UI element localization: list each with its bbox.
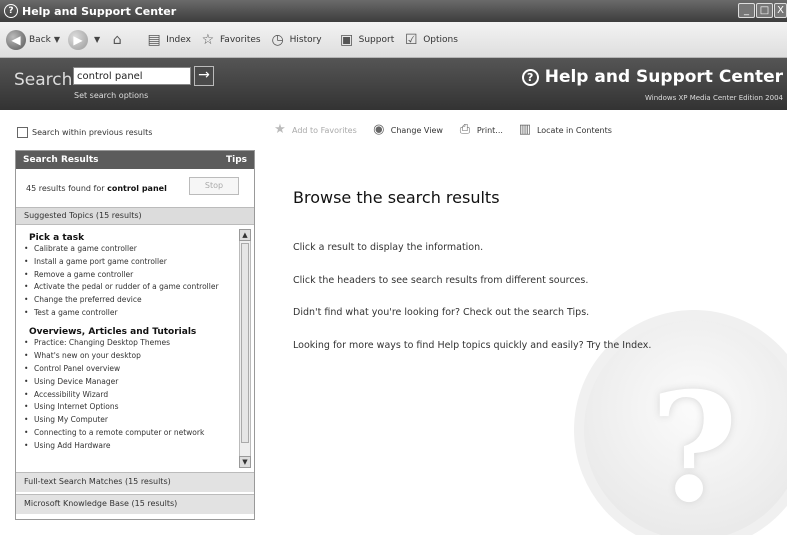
change-view-button[interactable]: ◉ Change View — [371, 122, 443, 138]
brand-title: ? Help and Support Center — [521, 67, 783, 87]
history-button[interactable]: ◷ History — [269, 31, 322, 49]
search-results-header: Search Results Tips — [16, 151, 254, 169]
options-button[interactable]: ☑ Options — [402, 31, 458, 49]
book-icon: ▤ — [147, 31, 161, 48]
options-label: Options — [423, 34, 458, 45]
print-label: Print... — [476, 125, 503, 135]
printer-icon: ⎙ — [459, 122, 471, 137]
info-text: Didn't find what you're looking for? Che… — [293, 307, 590, 318]
brand-edition: Windows XP Media Center Edition 2004 — [644, 94, 783, 102]
list-item[interactable]: Test a game controller — [24, 307, 229, 320]
list-scrollbar[interactable]: ▲ ▼ — [239, 229, 251, 468]
page-title: Browse the search results — [293, 188, 500, 207]
content-toolbar: ★ Add to Favorites ◉ Change View ⎙ Print… — [264, 110, 787, 150]
tips-link[interactable]: Tips — [226, 155, 247, 165]
watermark-glyph: ? — [650, 360, 738, 535]
back-button[interactable]: ◀ Back ▼ — [6, 29, 60, 50]
history-label: History — [289, 34, 322, 45]
forward-button[interactable]: ▶ ▼ — [68, 29, 100, 50]
info-text: Click a result to display the informatio… — [293, 242, 484, 253]
index-button[interactable]: ▤ Index — [145, 31, 191, 49]
back-label: Back — [29, 34, 51, 45]
search-bar: Search → Set search options ? Help and S… — [0, 58, 787, 110]
back-dropdown-icon[interactable]: ▼ — [54, 35, 60, 44]
home-icon: ⌂ — [112, 31, 122, 48]
history-icon: ◷ — [271, 31, 284, 48]
list-item[interactable]: Using Add Hardware — [24, 440, 229, 453]
content-pane: ? Browse the search results Click a resu… — [264, 150, 787, 535]
search-input[interactable] — [73, 67, 191, 85]
list-item[interactable]: Change the preferred device — [24, 294, 229, 307]
list-item[interactable]: Connecting to a remote computer or netwo… — [24, 427, 229, 440]
favorites-label: Favorites — [219, 34, 261, 45]
star-icon: ☆ — [201, 31, 215, 48]
list-item[interactable]: Remove a game controller — [24, 269, 229, 282]
search-results-panel: Search Results Tips 45 results found for… — [15, 150, 255, 520]
print-button[interactable]: ⎙ Print... — [457, 122, 503, 138]
results-count-query: control panel — [107, 184, 167, 193]
locate-in-contents-button[interactable]: ▥ Locate in Contents — [517, 122, 612, 138]
home-button[interactable]: ⌂ — [108, 31, 129, 49]
results-count-prefix: 45 results found for — [26, 184, 105, 193]
left-pane: Search within previous results Search Re… — [0, 110, 264, 535]
task-list: Calibrate a game controller Install a ga… — [24, 243, 254, 319]
suggested-topics-header[interactable]: Suggested Topics (15 results) — [16, 207, 254, 225]
search-go-button[interactable]: → — [194, 66, 214, 86]
change-view-icon: ◉ — [373, 122, 385, 137]
minimize-button[interactable]: _ — [738, 3, 755, 18]
checkbox-box[interactable] — [17, 127, 28, 138]
close-button[interactable]: X — [774, 3, 787, 18]
help-icon: ? — [521, 68, 539, 86]
checklist-icon: ☑ — [404, 31, 418, 48]
support-icon: ▣ — [340, 31, 354, 48]
locate-label: Locate in Contents — [536, 125, 612, 135]
info-text: Click the headers to see search results … — [293, 275, 589, 286]
maximize-button[interactable]: □ — [756, 3, 773, 18]
brand-title-text: Help and Support Center — [544, 67, 783, 87]
help-icon: ? — [4, 4, 18, 18]
stop-button[interactable]: Stop — [189, 177, 239, 195]
list-item[interactable]: Install a game port game controller — [24, 256, 229, 269]
set-search-options-link[interactable]: Set search options — [74, 91, 148, 100]
scroll-down-icon[interactable]: ▼ — [239, 456, 251, 468]
forward-arrow-icon: ▶ — [68, 29, 89, 50]
knowledge-base-header[interactable]: Microsoft Knowledge Base (15 results) — [16, 494, 254, 514]
support-button[interactable]: ▣ Support — [338, 31, 395, 49]
search-within-checkbox[interactable]: Search within previous results — [17, 127, 152, 138]
fulltext-matches-header[interactable]: Full-text Search Matches (15 results) — [16, 472, 254, 492]
locate-icon: ▥ — [518, 122, 532, 137]
search-results-title: Search Results — [23, 155, 99, 165]
section-heading: Pick a task — [29, 233, 85, 243]
forward-dropdown-icon[interactable]: ▼ — [94, 35, 100, 44]
change-view-label: Change View — [390, 125, 443, 135]
index-label: Index — [166, 34, 191, 45]
results-count: 45 results found for control panel — [26, 184, 167, 193]
list-item[interactable]: Control Panel overview — [24, 363, 229, 376]
list-item[interactable]: Using Device Manager — [24, 376, 229, 389]
scroll-thumb[interactable] — [241, 243, 249, 443]
list-item[interactable]: Accessibility Wizard — [24, 389, 229, 402]
window-title: Help and Support Center — [22, 4, 177, 18]
overview-list: Practice: Changing Desktop Themes What's… — [24, 337, 254, 452]
title-bar: ? Help and Support Center _ □ X — [0, 0, 787, 22]
list-item[interactable]: Using My Computer — [24, 414, 229, 427]
favorites-add-icon: ★ — [274, 122, 286, 137]
info-text: Looking for more ways to find Help topic… — [293, 340, 652, 351]
main-toolbar: ◀ Back ▼ ▶ ▼ ⌂ ▤ Index ☆ Favorites ◷ His… — [0, 22, 787, 58]
list-item[interactable]: What's new on your desktop — [24, 350, 229, 363]
favorites-button[interactable]: ☆ Favorites — [199, 31, 261, 49]
back-arrow-icon: ◀ — [6, 29, 26, 50]
suggested-topics-list: Pick a task Calibrate a game controller … — [16, 225, 254, 472]
add-to-favorites-label: Add to Favorites — [292, 125, 357, 135]
list-item[interactable]: Practice: Changing Desktop Themes — [24, 337, 229, 350]
list-item[interactable]: Using Internet Options — [24, 401, 229, 414]
list-item[interactable]: Calibrate a game controller — [24, 243, 229, 256]
search-label: Search — [14, 70, 73, 90]
support-label: Support — [358, 34, 395, 45]
search-within-label: Search within previous results — [32, 128, 153, 137]
add-to-favorites-button[interactable]: ★ Add to Favorites — [272, 122, 357, 138]
scroll-up-icon[interactable]: ▲ — [239, 229, 251, 241]
section-heading: Overviews, Articles and Tutorials — [29, 327, 197, 338]
list-item[interactable]: Activate the pedal or rudder of a game c… — [24, 281, 229, 293]
